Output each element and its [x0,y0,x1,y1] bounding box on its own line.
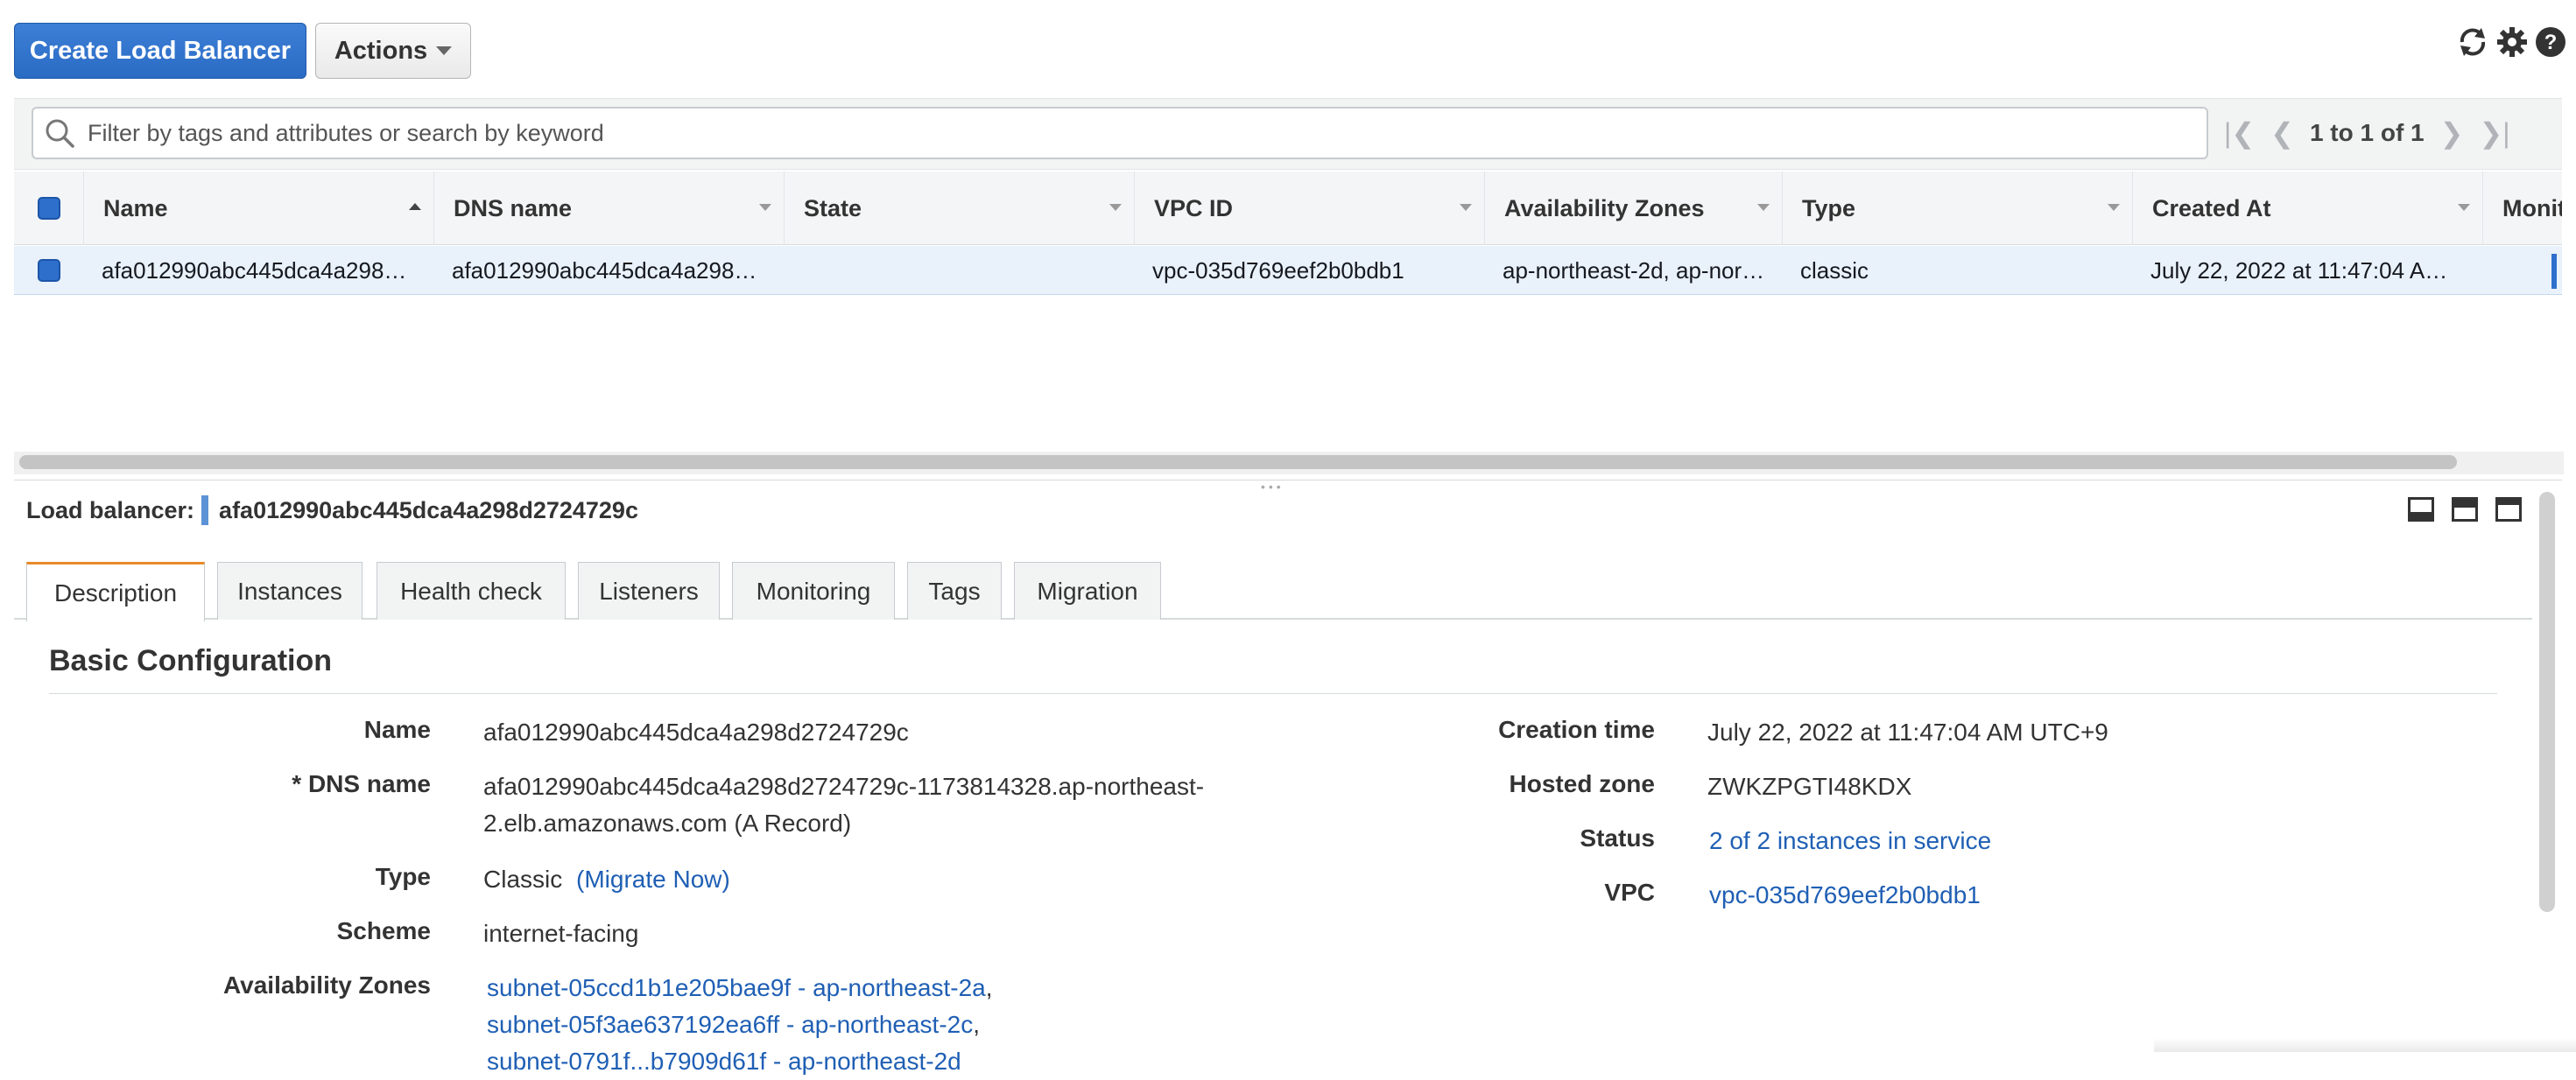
type-value: Classic [483,866,563,893]
tab-health-check[interactable]: Health check [377,562,566,620]
sort-icon [1757,204,1770,211]
load-balancer-label: Load balancer: [26,496,195,523]
pagination-text: 1 to 1 of 1 [2309,119,2425,146]
row-selection-marker [2551,254,2557,289]
status-label: Status [1580,824,1655,852]
scheme-label: Scheme [336,917,431,944]
section-divider [49,693,2497,694]
creation-time-value: July 22, 2022 at 11:47:04 AM UTC+9 [1707,719,2108,746]
type-label: Type [375,863,431,890]
column-header-type[interactable]: Type [1783,172,2133,245]
column-header-name[interactable]: Name [84,172,434,245]
column-header-monitoring[interactable]: Monit [2483,172,2562,245]
panel-layout-controls [2408,497,2522,522]
search-box [32,107,2208,159]
section-title: Basic Configuration [49,644,333,677]
tab-migration[interactable]: Migration [1014,562,1161,620]
column-header-dns-name[interactable]: DNS name [434,172,785,245]
column-header-availability-zones[interactable]: Availability Zones [1485,172,1783,245]
last-page-icon[interactable]: ❯| [2479,116,2509,150]
status-instances-link[interactable]: 2 of 2 instances in service [1709,823,1991,859]
pagination: |❮ ❮ 1 to 1 of 1 ❯ ❯| [2224,107,2510,159]
cell-availability-zones: ap-northeast-2d, ap-nor… [1503,256,1765,284]
tab-tags[interactable]: Tags [907,562,1002,620]
chevron-down-icon [436,46,453,55]
load-balancer-title: Load balancer: afa012990abc445dca4a298d2… [26,492,638,529]
tab-listeners[interactable]: Listeners [578,562,720,620]
panel-half-icon[interactable] [2452,497,2478,522]
cell-dns-name: afa012990abc445dca4a298… [452,256,757,284]
search-input[interactable] [86,109,2206,158]
hosted-zone-value: ZWKZPGTI48KDX [1707,773,1912,800]
dns-name-line-1: afa012990abc445dca4a298d2724729c-1173814… [483,773,1205,800]
dns-name-value: afa012990abc445dca4a298d2724729c-1173814… [483,768,1204,842]
type-value-row: Classic (Migrate Now) [483,861,730,898]
horizontal-scrollbar-thumb[interactable] [19,455,2457,469]
availability-zone-link[interactable]: subnet-05ccd1b1e205bae9f - ap-northeast-… [487,974,986,1001]
panel-maximize-icon[interactable] [2495,497,2522,522]
first-page-icon[interactable]: |❮ [2224,116,2255,150]
sort-icon [759,204,771,211]
drag-handle-icon[interactable]: ••• [1261,480,1284,494]
sort-asc-icon [409,203,421,210]
availability-zones-list: subnet-05ccd1b1e205bae9f - ap-northeast-… [487,974,993,1075]
scheme-value: internet-facing [483,920,639,947]
availability-zone-link[interactable]: subnet-05f3ae637192ea6ff - ap-northeast-… [487,1011,973,1038]
select-all-checkbox[interactable] [37,197,60,220]
create-load-balancer-button[interactable]: Create Load Balancer [14,23,306,79]
sort-icon [1460,204,1472,211]
refresh-icon[interactable] [2455,25,2490,64]
dns-name-line-2: 2.elb.amazonaws.com (A Record) [483,810,852,837]
name-value: afa012990abc445dca4a298d2724729c [483,719,909,746]
actions-label: Actions [334,36,428,65]
cell-name[interactable]: afa012990abc445dca4a298… [102,246,426,295]
column-header-created-at[interactable]: Created At [2133,172,2483,245]
cell-state [802,246,1126,295]
search-icon [46,119,74,148]
settings-gear-icon[interactable] [2495,25,2529,63]
panel-minimize-icon[interactable] [2408,497,2434,522]
help-icon[interactable]: ? [2534,25,2567,63]
column-header-state[interactable]: State [785,172,1135,245]
sort-icon [2108,204,2120,211]
vertical-scrollbar[interactable] [2539,492,2555,912]
selection-marker [201,495,209,525]
tab-monitoring[interactable]: Monitoring [732,562,895,620]
cell-type: classic [1800,256,1869,284]
tab-instances[interactable]: Instances [217,562,362,620]
panel-splitter[interactable] [14,480,2562,487]
cell-vpc-id: vpc-035d769eef2b0bdb1 [1152,256,1404,284]
sort-icon [2458,204,2470,211]
migrate-now-link[interactable]: (Migrate Now) [576,866,730,893]
row-checkbox-cell[interactable] [14,246,84,295]
vpc-label: VPC [1604,879,1655,906]
hosted-zone-label: Hosted zone [1509,770,1655,797]
sort-icon [1109,204,1122,211]
dns-name-label: * DNS name [292,770,431,797]
tab-description[interactable]: Description [26,562,205,621]
toolbar-icons: ? [2455,25,2567,64]
column-header-vpc-id[interactable]: VPC ID [1135,172,1485,245]
cell-created-at: July 22, 2022 at 11:47:04 A… [2150,256,2448,284]
prev-page-icon[interactable]: ❮ [2270,116,2294,150]
availability-zones-label: Availability Zones [222,971,431,999]
bottom-fade [2154,1038,2576,1052]
name-label: Name [363,716,431,743]
next-page-icon[interactable]: ❯ [2440,116,2464,150]
load-balancer-name: afa012990abc445dca4a298d2724729c [219,496,638,523]
creation-time-label: Creation time [1498,716,1655,743]
actions-dropdown-button[interactable]: Actions [315,23,471,79]
select-all-checkbox-cell[interactable] [14,172,84,245]
vpc-link[interactable]: vpc-035d769eef2b0bdb1 [1709,877,1981,914]
row-checkbox[interactable] [38,259,60,282]
svg-text:?: ? [2544,31,2558,54]
